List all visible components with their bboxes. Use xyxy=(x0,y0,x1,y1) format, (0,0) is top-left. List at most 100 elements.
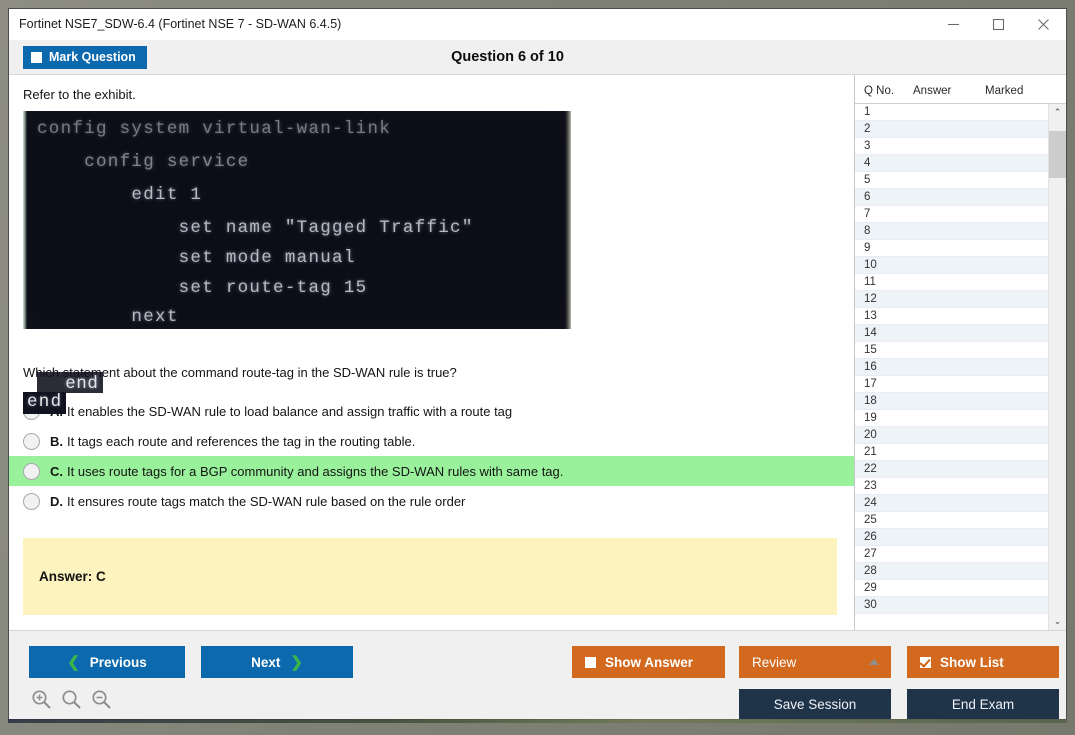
close-button[interactable] xyxy=(1021,9,1066,39)
exhibit-line-2: edit 1 xyxy=(37,185,202,205)
option-row-a[interactable]: A. It enables the SD-WAN rule to load ba… xyxy=(9,396,854,426)
zoom-out-icon[interactable] xyxy=(91,689,112,710)
mark-question-button[interactable]: Mark Question xyxy=(23,46,147,69)
row-question-number: 22 xyxy=(855,463,913,475)
exhibit-line-1: config service xyxy=(37,152,249,172)
question-list-row[interactable]: 13 xyxy=(855,308,1048,325)
maximize-button[interactable] xyxy=(976,9,1021,39)
question-list-row[interactable]: 28 xyxy=(855,563,1048,580)
row-question-number: 10 xyxy=(855,259,913,271)
question-list-row[interactable]: 14 xyxy=(855,325,1048,342)
question-list-row[interactable]: 21 xyxy=(855,444,1048,461)
question-list-row[interactable]: 1 xyxy=(855,104,1048,121)
question-list-row[interactable]: 17 xyxy=(855,376,1048,393)
option-letter-c: C. xyxy=(50,464,63,479)
option-row-d[interactable]: D. It ensures route tags match the SD-WA… xyxy=(9,486,854,516)
exhibit-line-5: set route-tag 15 xyxy=(37,278,367,298)
scrollbar-track[interactable] xyxy=(1049,121,1066,613)
end-exam-button[interactable]: End Exam xyxy=(907,689,1059,719)
question-list-row[interactable]: 15 xyxy=(855,342,1048,359)
question-list-row[interactable]: 12 xyxy=(855,291,1048,308)
zoom-toolbar xyxy=(31,689,112,710)
show-answer-button[interactable]: Show Answer xyxy=(572,646,725,678)
refer-text: Refer to the exhibit. xyxy=(9,75,854,102)
question-list-row[interactable]: 9 xyxy=(855,240,1048,257)
question-list-row[interactable]: 16 xyxy=(855,359,1048,376)
radio-icon-d[interactable] xyxy=(23,493,40,510)
exhibit-image[interactable]: config system virtual-wan-link config se… xyxy=(23,111,571,329)
question-list-row[interactable]: 24 xyxy=(855,495,1048,512)
show-answer-label: Show Answer xyxy=(605,655,693,670)
option-letter-d: D. xyxy=(50,494,63,509)
question-list-row[interactable]: 19 xyxy=(855,410,1048,427)
question-list-row[interactable]: 23 xyxy=(855,478,1048,495)
exam-window: Fortinet NSE7_SDW-6.4 (Fortinet NSE 7 - … xyxy=(8,8,1067,720)
review-dropdown[interactable]: Review xyxy=(739,646,891,678)
row-question-number: 15 xyxy=(855,344,913,356)
question-list-row[interactable]: 18 xyxy=(855,393,1048,410)
row-question-number: 8 xyxy=(855,225,913,237)
answer-label: Answer: C xyxy=(23,569,106,584)
option-row-b[interactable]: B. It tags each route and references the… xyxy=(9,426,854,456)
question-list-scrollbar[interactable]: ⌃ ⌄ xyxy=(1048,104,1066,630)
question-list-pane: Q No. Answer Marked 12345678910111213141… xyxy=(854,75,1066,630)
question-list-header: Q No. Answer Marked xyxy=(855,75,1066,104)
question-list-rows: 1234567891011121314151617181920212223242… xyxy=(855,104,1048,630)
question-list-row[interactable]: 25 xyxy=(855,512,1048,529)
question-list-row[interactable]: 3 xyxy=(855,138,1048,155)
exhibit-line-7: end xyxy=(37,372,103,393)
maximize-icon xyxy=(992,18,1005,31)
taskbar-sliver xyxy=(8,719,1067,723)
mark-question-label: Mark Question xyxy=(49,50,136,64)
row-question-number: 12 xyxy=(855,293,913,305)
screen: Fortinet NSE7_SDW-6.4 (Fortinet NSE 7 - … xyxy=(0,0,1075,735)
options-list: A. It enables the SD-WAN rule to load ba… xyxy=(9,396,854,516)
zoom-reset-icon[interactable] xyxy=(61,689,82,710)
footer-bar: ❮ Previous Next ❯ Show Answer Review Sho… xyxy=(9,630,1066,719)
option-text-d: It ensures route tags match the SD-WAN r… xyxy=(67,494,465,509)
show-list-button[interactable]: Show List xyxy=(907,646,1059,678)
minimize-button[interactable] xyxy=(931,9,976,39)
option-letter-b: B. xyxy=(50,434,63,449)
window-title: Fortinet NSE7_SDW-6.4 (Fortinet NSE 7 - … xyxy=(9,17,931,31)
option-row-c[interactable]: C. It uses route tags for a BGP communit… xyxy=(9,456,854,486)
radio-icon-c[interactable] xyxy=(23,463,40,480)
zoom-in-icon[interactable] xyxy=(31,689,52,710)
row-question-number: 19 xyxy=(855,412,913,424)
question-list-row[interactable]: 26 xyxy=(855,529,1048,546)
radio-icon-b[interactable] xyxy=(23,433,40,450)
show-list-label: Show List xyxy=(940,655,1004,670)
exhibit-line-3: set name "Tagged Traffic" xyxy=(37,218,474,238)
question-list-row[interactable]: 5 xyxy=(855,172,1048,189)
question-list-row[interactable]: 6 xyxy=(855,189,1048,206)
question-list-row[interactable]: 20 xyxy=(855,427,1048,444)
row-question-number: 13 xyxy=(855,310,913,322)
question-list-row[interactable]: 30 xyxy=(855,597,1048,614)
row-question-number: 18 xyxy=(855,395,913,407)
question-list-row[interactable]: 11 xyxy=(855,274,1048,291)
row-question-number: 26 xyxy=(855,531,913,543)
question-list-row[interactable]: 7 xyxy=(855,206,1048,223)
scrollbar-thumb[interactable] xyxy=(1049,131,1066,178)
question-list-row[interactable]: 4 xyxy=(855,155,1048,172)
question-list-row[interactable]: 8 xyxy=(855,223,1048,240)
row-question-number: 7 xyxy=(855,208,913,220)
scroll-down-icon[interactable]: ⌄ xyxy=(1049,613,1066,630)
row-question-number: 5 xyxy=(855,174,913,186)
column-header-marked: Marked xyxy=(985,85,1045,97)
answer-panel: Answer: C xyxy=(23,538,837,615)
next-button[interactable]: Next ❯ xyxy=(201,646,353,678)
scroll-up-icon[interactable]: ⌃ xyxy=(1049,104,1066,121)
row-question-number: 29 xyxy=(855,582,913,594)
save-session-button[interactable]: Save Session xyxy=(739,689,891,719)
question-list-row[interactable]: 27 xyxy=(855,546,1048,563)
question-list-row[interactable]: 2 xyxy=(855,121,1048,138)
window-controls xyxy=(931,9,1066,39)
exhibit-tail-line: end xyxy=(23,392,66,414)
row-question-number: 6 xyxy=(855,191,913,203)
question-list-row[interactable]: 22 xyxy=(855,461,1048,478)
question-list-row[interactable]: 10 xyxy=(855,257,1048,274)
end-exam-label: End Exam xyxy=(952,697,1014,712)
question-list-row[interactable]: 29 xyxy=(855,580,1048,597)
previous-button[interactable]: ❮ Previous xyxy=(29,646,185,678)
